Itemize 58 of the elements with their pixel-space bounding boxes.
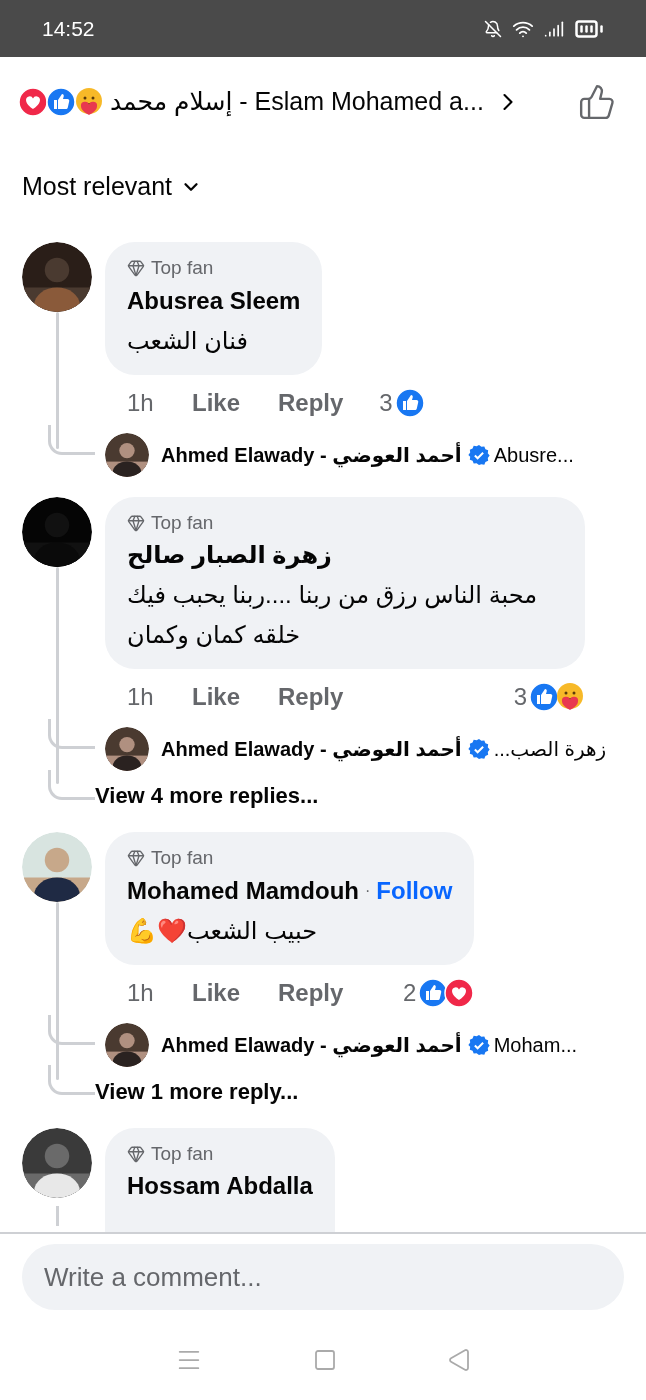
diamond-icon	[127, 513, 145, 532]
like-reaction-icon	[394, 387, 425, 418]
reply-author[interactable]: Ahmed Elawady - أحمد العوضي	[161, 439, 462, 470]
sort-dropdown[interactable]: Most relevant	[22, 168, 203, 206]
top-fan-label: Top fan	[151, 510, 214, 535]
verified-badge-icon	[467, 738, 490, 760]
hugging-face-icon	[555, 682, 585, 712]
back-icon[interactable]	[447, 1348, 471, 1372]
reaction-count: 2	[402, 977, 417, 1008]
top-fan-label: Top fan	[151, 256, 214, 280]
diamond-icon	[127, 1144, 145, 1163]
comment-author[interactable]: زهرة الصبار صالح	[127, 537, 332, 573]
like-reaction-icon	[529, 682, 559, 712]
follow-link[interactable]: Follow	[376, 872, 453, 909]
view-more-replies-link[interactable]: View 4 more replies...	[95, 779, 319, 812]
comment-time: 1h	[127, 977, 155, 1008]
comment-text: فنان الشعب	[127, 325, 249, 356]
love-reaction-icon	[444, 977, 475, 1008]
hugging-face-icon	[74, 87, 104, 117]
comment-author[interactable]: Hossam Abdalla	[127, 1168, 313, 1204]
reply-button[interactable]: Reply	[278, 679, 344, 715]
post-title[interactable]: إسلام محمد - Eslam Mohamed a...	[110, 83, 484, 121]
like-button[interactable]: Like	[192, 384, 278, 421]
diamond-icon	[127, 849, 145, 868]
thread-connector	[48, 1065, 95, 1095]
thread-connector	[48, 424, 95, 455]
like-reaction-icon	[46, 87, 76, 117]
comment-text: حبيب الشعب❤💪	[127, 915, 319, 946]
muted-bell-icon	[484, 19, 502, 38]
reply-author[interactable]: Ahmed Elawady - أحمد العوضي	[161, 1029, 462, 1060]
comment-input[interactable]: Write a comment...	[22, 1244, 624, 1310]
love-reaction-icon	[18, 87, 48, 117]
reaction-count: 3	[379, 387, 393, 418]
top-fan-label: Top fan	[151, 846, 214, 870]
verified-badge-icon	[467, 1033, 490, 1056]
diamond-icon	[127, 259, 145, 278]
comment-time: 1h	[127, 682, 155, 712]
top-fan-label: Top fan	[151, 1141, 214, 1166]
like-button[interactable]: Like	[192, 974, 278, 1011]
reply-preview: زهرة الصب...	[493, 737, 607, 763]
reply-button[interactable]: Reply	[278, 974, 344, 1011]
separator-dot: ·	[365, 880, 371, 901]
reply-button[interactable]: Reply	[278, 384, 344, 421]
comment-text: محبة الناس رزق من ربنا ....ربنا يحبب فيك خلقه كمان وكمان	[127, 580, 539, 651]
comment-author[interactable]: Abusrea Sleem	[127, 282, 301, 319]
thread-connector	[48, 769, 95, 800]
reaction-count: 3	[513, 682, 527, 712]
view-more-replies-link[interactable]: View 1 more reply...	[95, 1074, 299, 1108]
like-icon[interactable]	[578, 83, 616, 121]
comment-time: 1h	[127, 387, 155, 418]
reply-preview: Abusre...	[493, 442, 574, 468]
comment-author[interactable]: Mohamed Mamdouh	[127, 872, 359, 909]
home-icon[interactable]	[313, 1348, 337, 1372]
clock: 14:52	[42, 15, 95, 42]
verified-badge-icon	[467, 443, 490, 466]
like-button[interactable]: Like	[192, 679, 278, 715]
reply-author[interactable]: Ahmed Elawady - أحمد العوضي	[161, 734, 462, 764]
reply-preview: Moham...	[493, 1032, 578, 1058]
